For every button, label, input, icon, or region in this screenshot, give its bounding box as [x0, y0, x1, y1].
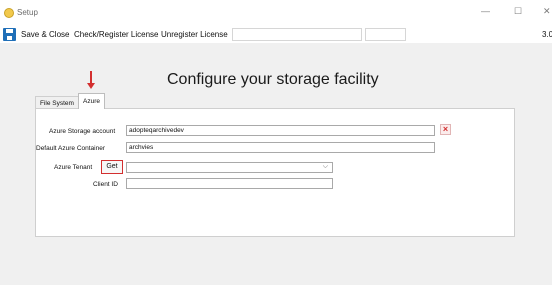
tab-azure[interactable]: Azure: [78, 93, 105, 109]
unregister-license-menu[interactable]: Unregister License: [161, 30, 228, 39]
tenant-label: Azure Tenant: [54, 164, 93, 171]
status-field: [232, 28, 362, 41]
client-id-input[interactable]: [126, 178, 333, 189]
version-label: 3.0: [542, 30, 552, 39]
close-button[interactable]: ✕: [543, 6, 551, 17]
get-tenant-button[interactable]: Get: [101, 160, 123, 174]
maximize-button[interactable]: ☐: [514, 6, 522, 17]
save-icon[interactable]: [3, 28, 16, 41]
clear-icon[interactable]: ×: [440, 124, 451, 135]
app-icon: [4, 8, 14, 18]
tenant-select[interactable]: ⌵: [126, 162, 333, 173]
window-title: Setup: [17, 8, 38, 17]
storage-account-input[interactable]: adopteqarchivedev: [126, 125, 435, 136]
setup-window: Setup — ☐ ✕ Save & Close Check/Register …: [0, 0, 552, 285]
menu-bar: Save & Close Check/Register License Unre…: [0, 25, 552, 43]
title-bar: Setup — ☐ ✕: [0, 0, 552, 25]
check-register-license-menu[interactable]: Check/Register License: [74, 30, 158, 39]
red-arrow-annotation: [87, 71, 95, 89]
status-field-2: [365, 28, 406, 41]
save-close-menu[interactable]: Save & Close: [21, 30, 69, 39]
page-title: Configure your storage facility: [167, 71, 379, 88]
container-label: Default Azure Container: [36, 145, 106, 152]
container-input[interactable]: archvies: [126, 142, 435, 153]
chevron-down-icon: ⌵: [322, 163, 328, 170]
storage-account-label: Azure Storage account: [49, 128, 116, 135]
client-id-label: Client ID: [93, 181, 118, 188]
minimize-button[interactable]: —: [481, 6, 490, 16]
